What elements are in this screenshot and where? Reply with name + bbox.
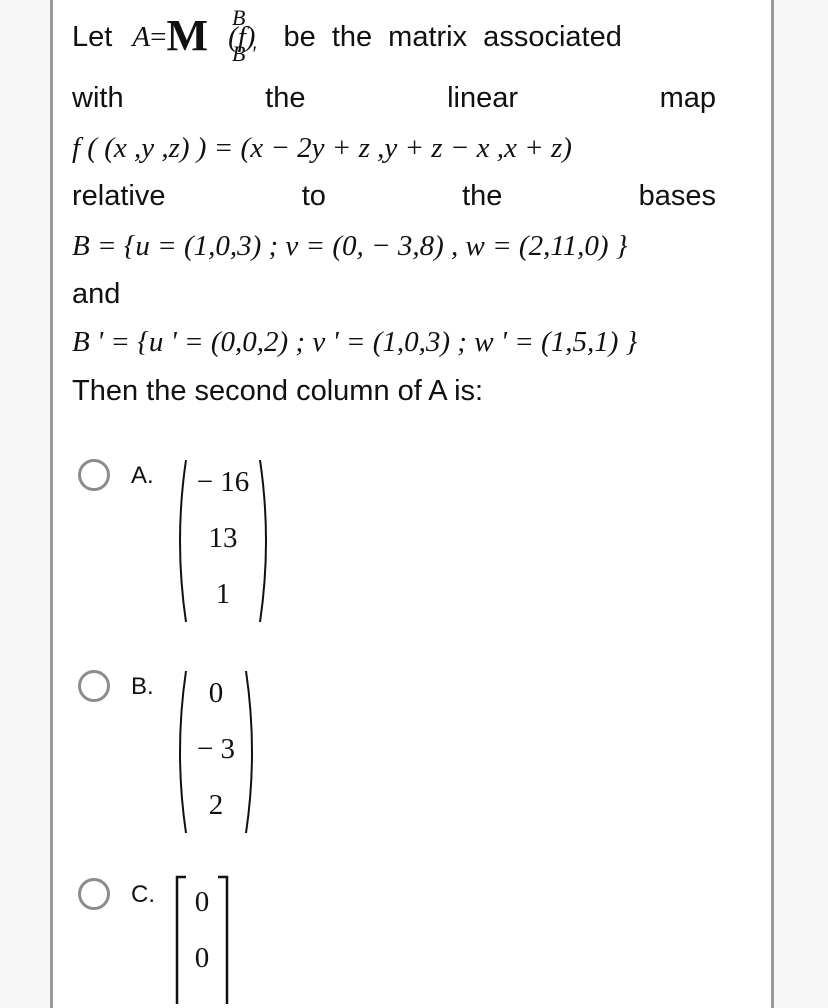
equals-sign: = — [150, 21, 167, 53]
symbol-A: A — [132, 21, 151, 53]
option-b-vector: 0 − 3 2 — [172, 667, 260, 837]
question-prompt: Then the second column of A is: — [72, 375, 484, 407]
vector-entry: 0 — [208, 677, 224, 709]
word: with — [72, 82, 124, 114]
question-line-1: Let A=M B B ' (f) be the matrix associat… — [72, 5, 716, 66]
option-a-vector: − 16 13 1 — [172, 456, 274, 626]
basis-B-prime: B ' = {u ' = (0,0,2) ; v ' = (1,0,3) ; w… — [72, 326, 638, 358]
vector-entry: − 16 — [196, 466, 250, 498]
question-line-2: with the linear map — [72, 80, 716, 116]
option-c-label[interactable]: C. — [131, 881, 155, 909]
vector-entry: 0 — [194, 942, 210, 974]
vector-entry: 13 — [208, 522, 238, 554]
vector-entry: − 3 — [196, 733, 236, 765]
option-a-radio[interactable] — [78, 459, 110, 491]
vector-entry: 1 — [215, 578, 231, 610]
basis-B: B = {u = (1,0,3) ; v = (0, − 3,8) , w = … — [72, 230, 628, 262]
word: bases — [638, 180, 716, 212]
vector-entry: 2 — [208, 789, 224, 821]
matrix-symbol-M: M — [166, 11, 208, 60]
text-let: Let — [72, 21, 113, 53]
superscript-B: B — [232, 5, 246, 30]
text-matrix-associated: be the matrix associated — [283, 21, 622, 53]
text-and: and — [72, 278, 121, 310]
option-b-label[interactable]: B. — [131, 673, 154, 701]
subscript-B-prime: B ' — [232, 41, 256, 66]
word: map — [659, 82, 716, 114]
option-c-vector: 0 0 — [174, 874, 230, 1004]
word: the — [462, 180, 503, 212]
option-a-label[interactable]: A. — [131, 462, 154, 490]
option-b-radio[interactable] — [78, 670, 110, 702]
option-c-radio[interactable] — [78, 878, 110, 910]
word: relative — [72, 180, 166, 212]
word: linear — [447, 82, 518, 114]
question-line-4: relative to the bases — [72, 178, 716, 214]
map-definition: f ( (x ,y ,z) ) = (x − 2y + z ,y + z − x… — [72, 132, 572, 164]
word: the — [265, 82, 306, 114]
vector-entry: 0 — [194, 886, 210, 918]
word: to — [301, 180, 326, 212]
